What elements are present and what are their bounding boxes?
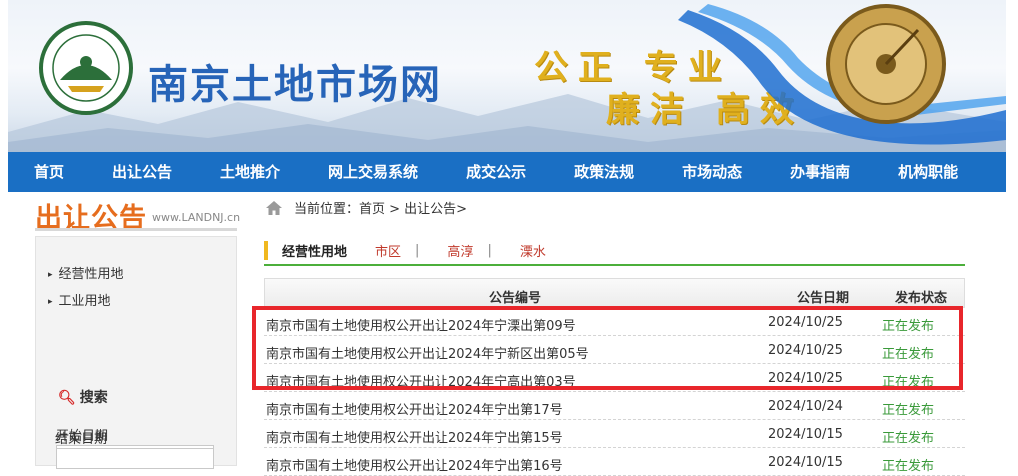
table-row[interactable]: 南京市国有土地使用权公开出让2024年宁出第17号 2024/10/24 正在发… [264,392,965,420]
tab-lishui[interactable]: 溧水 [520,241,546,260]
header-notice-number: 公告编号 [489,291,542,306]
row-title[interactable]: 南京市国有土地使用权公开出让2024年宁高出第03号 [266,371,576,390]
nav-transfer-notice[interactable]: 出让公告 [86,152,194,192]
tabs-underline [264,264,965,266]
tab-separator: | [415,242,420,258]
row-status: 正在发布 [882,431,935,446]
row-title[interactable]: 南京市国有土地使用权公开出让2024年宁出第16号 [266,455,563,474]
nav-land-promotion[interactable]: 土地推介 [194,152,302,192]
header-banner: 南京土地市场网 公正 专业 廉洁 高效 [8,0,1006,152]
row-title[interactable]: 南京市国有土地使用权公开出让2024年宁新区出第05号 [266,343,589,362]
search-heading: 🔍︎ 搜索 [58,387,108,407]
nav-home[interactable]: 首页 [8,152,86,192]
row-date: 2024/10/25 [768,343,843,358]
land-type-tabs: 经营性用地 市区 | 高淳 | 溧水 [264,238,546,262]
sidebar-domain: www.LANDNJ.cn [152,211,241,224]
table-row[interactable]: 南京市国有土地使用权公开出让2024年宁出第15号 2024/10/15 正在发… [264,420,965,448]
nav-policy[interactable]: 政策法规 [548,152,656,192]
sidebar-item-industrial-land[interactable]: 工业用地 [48,290,111,309]
tab-gaochun[interactable]: 高淳 [447,241,473,260]
row-date: 2024/10/25 [768,315,843,330]
search-heading-label: 搜索 [79,390,108,406]
table-row[interactable]: 南京市国有土地使用权公开出让2024年宁溧出第09号 2024/10/25 正在… [264,308,965,336]
breadcrumb-text: 当前位置：首页 > 出让公告> [294,202,468,217]
tab-city[interactable]: 市区 [375,241,401,260]
tab-commercial-land[interactable]: 经营性用地 [264,240,347,260]
header-status: 发布状态 [895,291,948,306]
search-icon: 🔍︎ [58,390,76,406]
row-status: 正在发布 [882,459,935,474]
row-date: 2024/10/25 [768,371,843,386]
nav-contact[interactable]: 联系我们 [980,152,1018,192]
row-title[interactable]: 南京市国有土地使用权公开出让2024年宁溧出第09号 [266,315,576,334]
nav-market-news[interactable]: 市场动态 [656,152,764,192]
home-icon [266,200,282,215]
notice-table: 公告编号 公告日期 发布状态 南京市国有土地使用权公开出让2024年宁溧出第09… [264,278,965,476]
row-status: 正在发布 [882,319,935,334]
sundial-decoration [678,4,1006,145]
nav-online-trading[interactable]: 网上交易系统 [302,152,440,192]
row-title[interactable]: 南京市国有土地使用权公开出让2024年宁出第17号 [266,399,563,418]
nav-organization[interactable]: 机构职能 [872,152,980,192]
nav-deal-publicity[interactable]: 成交公示 [440,152,548,192]
breadcrumb: 当前位置：首页 > 出让公告> [266,198,467,217]
nav-service-guide[interactable]: 办事指南 [764,152,872,192]
table-row[interactable]: 南京市国有土地使用权公开出让2024年宁新区出第05号 2024/10/25 正… [264,336,965,364]
row-title[interactable]: 南京市国有土地使用权公开出让2024年宁出第15号 [266,427,563,446]
sidebar: 出让公告 www.LANDNJ.cn 经营性用地 工业用地 🔍︎搜索 开始日期 … [35,192,241,469]
row-status: 正在发布 [882,403,935,418]
table-row[interactable]: 南京市国有土地使用权公开出让2024年宁高出第03号 2024/10/25 正在… [264,364,965,392]
row-date: 2024/10/15 [768,455,843,470]
table-header: 公告编号 公告日期 发布状态 [264,278,965,308]
site-title: 南京土地市场网 [148,62,442,108]
row-status: 正在发布 [882,347,935,362]
end-date-label: 结束日期 [55,432,108,447]
sidebar-item-commercial-land[interactable]: 经营性用地 [48,263,124,282]
row-status: 正在发布 [882,375,935,390]
table-row[interactable]: 南京市国有土地使用权公开出让2024年宁出第16号 2024/10/15 正在发… [264,448,965,476]
row-date: 2024/10/24 [768,399,843,414]
row-date: 2024/10/15 [768,427,843,442]
tab-separator: | [487,242,492,258]
header-notice-date: 公告日期 [797,291,850,306]
site-logo [39,21,133,115]
main-nav: 首页 出让公告 土地推介 网上交易系统 成交公示 政策法规 市场动态 办事指南 … [8,152,1018,192]
sidebar-title-divider [35,228,237,231]
